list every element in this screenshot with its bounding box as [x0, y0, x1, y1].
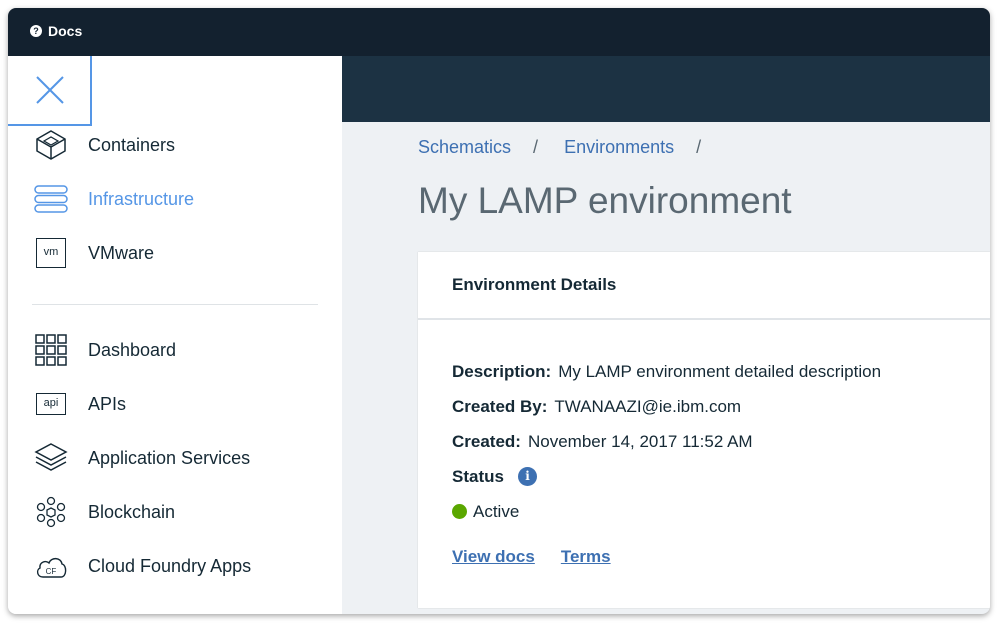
sidebar-item-label: APIs: [88, 393, 127, 414]
sidebar-menu: Containers Infrastructure vm VMware Dash…: [8, 56, 342, 614]
breadcrumb-schematics[interactable]: Schematics: [418, 137, 511, 158]
vmware-icon: vm: [34, 236, 68, 270]
created-row: Created: November 14, 2017 11:52 AM: [452, 424, 990, 459]
breadcrumb-environments[interactable]: Environments: [564, 137, 674, 158]
sidebar-item-label: Infrastructure: [88, 188, 195, 209]
dashboard-grid-icon: [34, 333, 68, 367]
sidebar-item-containers[interactable]: Containers: [8, 118, 342, 172]
cloud-foundry-icon: CF: [34, 549, 68, 583]
breadcrumb-separator: /: [533, 137, 539, 157]
description-row: Description: My LAMP environment detaile…: [452, 354, 990, 389]
card-links: View docs Terms: [452, 547, 990, 567]
blockchain-icon: [34, 495, 68, 529]
sidebar-item-infrastructure[interactable]: Infrastructure: [8, 172, 342, 226]
docs-label: Docs: [48, 23, 83, 39]
created-by-value: TWANAAZI@ie.ibm.com: [554, 396, 742, 416]
main-content: Schematics / Environments / My LAMP envi…: [342, 122, 990, 614]
help-circle-icon: ?: [30, 25, 42, 37]
environment-details-card: Environment Details Description: My LAMP…: [418, 252, 990, 608]
close-menu-button[interactable]: [8, 56, 92, 126]
info-icon[interactable]: i: [517, 467, 537, 486]
top-bar: ? Docs: [8, 8, 990, 56]
sidebar-divider: [32, 304, 318, 305]
breadcrumb-separator: /: [696, 137, 702, 157]
docs-link[interactable]: ? Docs: [30, 23, 82, 39]
card-title: Environment Details: [418, 252, 990, 320]
app-window: ? Docs matics Schematics / Environments …: [8, 8, 990, 614]
view-docs-link[interactable]: View docs: [452, 547, 535, 567]
sidebar-item-apis[interactable]: api APIs: [8, 377, 342, 431]
created-by-row: Created By: TWANAAZI@ie.ibm.com: [452, 389, 990, 424]
page-title: My LAMP environment: [418, 180, 792, 221]
svg-text:CF: CF: [46, 567, 57, 576]
breadcrumb: Schematics / Environments /: [418, 137, 727, 158]
status-dot-icon: [452, 504, 467, 519]
container-icon: [34, 128, 68, 162]
description-label: Description:: [452, 361, 552, 381]
sidebar-item-label: Blockchain: [88, 501, 176, 522]
sidebar-item-vmware[interactable]: vm VMware: [8, 226, 342, 280]
layers-icon: [34, 441, 68, 475]
sidebar-nav: Containers Infrastructure vm VMware Dash…: [8, 126, 342, 593]
infrastructure-icon: [34, 182, 68, 216]
card-body: Description: My LAMP environment detaile…: [418, 320, 990, 567]
status-label: Status: [452, 466, 504, 486]
terms-link[interactable]: Terms: [561, 547, 611, 567]
close-icon: [36, 76, 64, 104]
sidebar-item-cloud-foundry-apps[interactable]: CF Cloud Foundry Apps: [8, 539, 342, 593]
status-value-row: Active: [452, 494, 990, 529]
sidebar-item-blockchain[interactable]: Blockchain: [8, 485, 342, 539]
sidebar-item-label: Application Services: [88, 447, 251, 468]
created-value: November 14, 2017 11:52 AM: [527, 431, 753, 451]
status-row: Status i: [452, 459, 990, 494]
created-label: Created:: [452, 431, 521, 451]
api-icon: api: [34, 387, 68, 421]
sidebar-item-dashboard[interactable]: Dashboard: [8, 323, 342, 377]
description-value: My LAMP environment detailed description: [558, 361, 882, 381]
sidebar-item-label: Dashboard: [88, 339, 177, 360]
created-by-label: Created By:: [452, 396, 548, 416]
sidebar-item-application-services[interactable]: Application Services: [8, 431, 342, 485]
status-value: Active: [473, 501, 520, 521]
sidebar-item-label: Cloud Foundry Apps: [88, 555, 252, 576]
sidebar-item-label: VMware: [88, 242, 155, 263]
sidebar-item-label: Containers: [88, 134, 176, 155]
